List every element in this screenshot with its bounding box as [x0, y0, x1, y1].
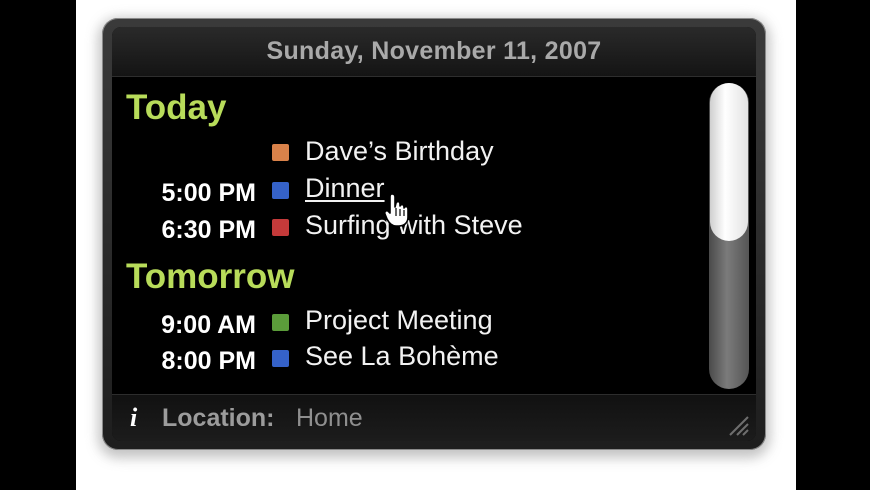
location-value: Home [296, 404, 363, 432]
calendar-widget: Sunday, November 11, 2007 Today Dave’s B… [102, 18, 766, 450]
event-time: 6:30 PM [161, 216, 256, 244]
calendar-color-swatch [272, 219, 289, 236]
section-title-today: Today [126, 88, 227, 127]
scrollbar-track[interactable] [709, 83, 749, 389]
section-title-tomorrow: Tomorrow [126, 257, 295, 296]
calendar-color-swatch [272, 182, 289, 199]
calendar-color-swatch [272, 314, 289, 331]
info-icon[interactable]: i [130, 403, 137, 433]
scrollbar-thumb[interactable] [710, 83, 748, 241]
event-time: 9:00 AM [161, 311, 256, 339]
event-title[interactable]: Project Meeting [305, 305, 493, 336]
event-time: 5:00 PM [161, 179, 256, 207]
date-header: Sunday, November 11, 2007 [112, 27, 756, 77]
event-title[interactable]: Dave’s Birthday [305, 136, 494, 167]
event-time: 8:00 PM [161, 347, 256, 375]
widget-panel: Sunday, November 11, 2007 Today Dave’s B… [112, 27, 756, 441]
date-title: Sunday, November 11, 2007 [266, 37, 602, 65]
location-footer: i Location: Home [112, 394, 756, 441]
calendar-color-swatch [272, 350, 289, 367]
hand-pointer-icon [384, 193, 409, 227]
event-title-link[interactable]: Dinner [305, 173, 385, 204]
event-title[interactable]: See La Bohème [305, 341, 499, 372]
resize-grip-icon[interactable] [724, 411, 750, 437]
calendar-color-swatch [272, 144, 289, 161]
location-label: Location: [162, 404, 275, 432]
